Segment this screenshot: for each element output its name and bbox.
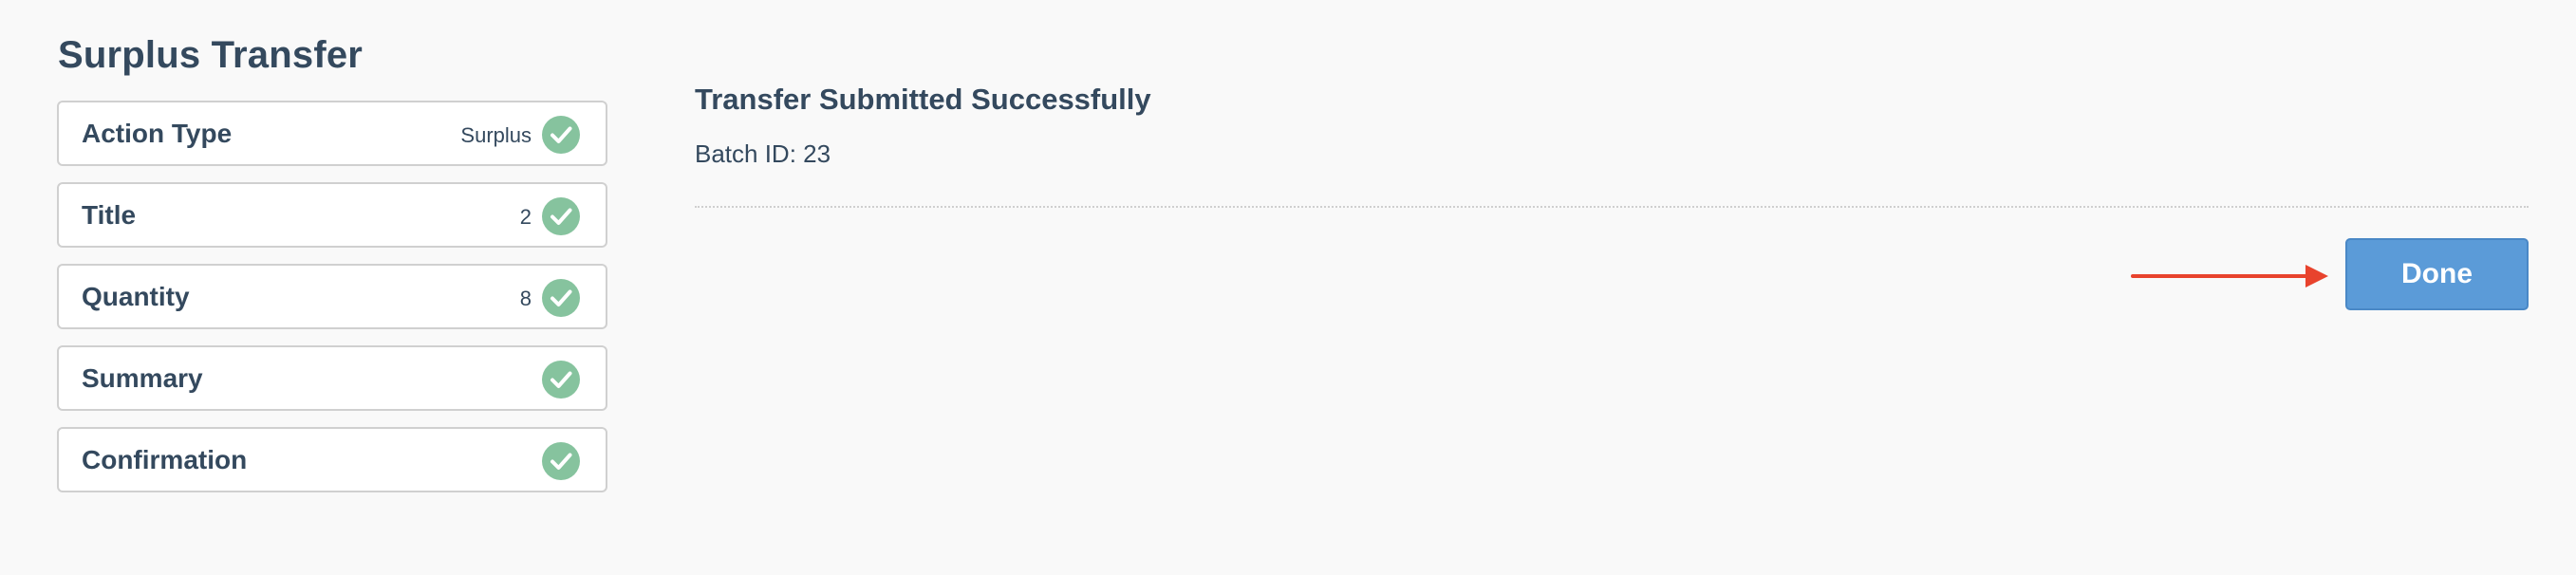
step-value: Surplus bbox=[460, 123, 532, 147]
step-summary[interactable]: Summary bbox=[57, 345, 607, 411]
step-label: Confirmation bbox=[82, 445, 248, 474]
checkmark-circle-icon bbox=[542, 361, 580, 399]
step-confirmation[interactable]: Confirmation bbox=[57, 427, 607, 492]
page-title: Surplus Transfer bbox=[58, 34, 364, 76]
step-value: 2 bbox=[519, 205, 532, 229]
divider bbox=[695, 206, 2529, 208]
red-arrow-icon bbox=[2131, 261, 2332, 296]
step-value: 8 bbox=[519, 287, 532, 310]
checkmark-circle-icon bbox=[542, 197, 580, 235]
step-label: Summary bbox=[82, 363, 203, 393]
checkmark-circle-icon bbox=[542, 442, 580, 480]
checkmark-circle-icon bbox=[542, 116, 580, 154]
result-title: Transfer Submitted Successfully bbox=[695, 83, 1151, 116]
step-label: Action Type bbox=[82, 119, 233, 148]
step-label: Quantity bbox=[82, 282, 190, 311]
batch-id-text: Batch ID: 23 bbox=[695, 139, 831, 168]
step-quantity[interactable]: Quantity 8 bbox=[57, 264, 607, 329]
done-button[interactable]: Done bbox=[2345, 238, 2529, 310]
step-list: Action Type Surplus Title 2 Quantity 8 S… bbox=[57, 101, 607, 509]
checkmark-circle-icon bbox=[542, 279, 580, 317]
step-title[interactable]: Title 2 bbox=[57, 182, 607, 248]
step-action-type[interactable]: Action Type Surplus bbox=[57, 101, 607, 166]
step-label: Title bbox=[82, 200, 137, 230]
